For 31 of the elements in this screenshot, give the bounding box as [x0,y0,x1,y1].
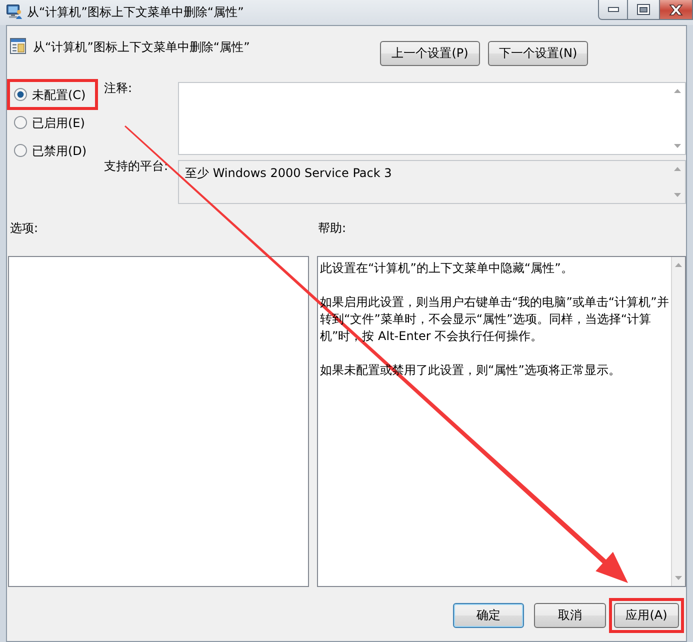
options-label: 选项: [10,220,40,236]
window-title: 从“计算机”图标上下文菜单中删除“属性” [27,4,244,20]
dialog-button[interactable]: 应用(A) [614,603,679,628]
maximize-button[interactable] [628,0,660,20]
nav-button[interactable]: 上一个设置(P) [380,41,480,66]
dialog-button[interactable]: 确定 [453,603,524,628]
minimize-button[interactable] [598,0,628,20]
help-paragraph: 此设置在“计算机”的上下文菜单中隐藏“属性”。 [320,260,574,277]
scroll-down-icon [674,193,681,197]
radio-option[interactable]: 已启用(E) [10,114,85,130]
computer-icon [6,3,22,19]
scroll-up-icon [674,89,681,93]
scrollbar[interactable] [671,257,685,586]
help-label: 帮助: [318,220,346,236]
scroll-down-icon [675,576,682,580]
scroll-up-icon [675,263,682,267]
window-icon [10,38,26,54]
maximize-icon [637,4,650,15]
dialog-button[interactable]: 取消 [534,603,606,628]
scroll-up-icon [674,167,681,171]
setting-title: 从“计算机”图标上下文菜单中删除“属性” [33,39,250,55]
radio-option[interactable]: 未配置(C) [10,86,86,102]
platform-value: 至少 Windows 2000 Service Pack 3 [184,165,393,182]
nav-button[interactable]: 下一个设置(N) [488,41,588,66]
minimize-icon [608,7,618,12]
close-icon [669,4,683,16]
radio-option[interactable]: 已禁用(D) [10,142,87,158]
scroll-down-icon [674,144,681,148]
comment-label: 注释: [104,80,134,97]
comment-field[interactable] [178,82,686,155]
close-button[interactable] [660,0,693,20]
